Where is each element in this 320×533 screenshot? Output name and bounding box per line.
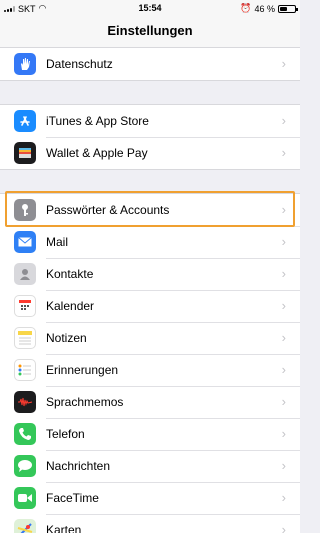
settings-row-label: Notizen — [46, 331, 87, 345]
settings-row-label: Sprachmemos — [46, 395, 124, 409]
app-store-icon — [14, 110, 36, 132]
status-bar: SKT ◠ 15:54 ⏰ 46 % — [0, 0, 300, 16]
settings-row-label: Passwörter & Accounts — [46, 203, 170, 217]
settings-row-mail[interactable]: Mail › — [0, 226, 300, 258]
notes-icon — [14, 327, 36, 349]
settings-row-facetime[interactable]: FaceTime › — [0, 482, 300, 514]
settings-row-label: Telefon — [46, 427, 85, 441]
chevron-right-icon: › — [281, 490, 286, 505]
settings-row-datenschutz[interactable]: Datenschutz › — [0, 48, 300, 80]
chevron-right-icon: › — [281, 426, 286, 441]
chevron-right-icon: › — [281, 202, 286, 217]
chevron-right-icon: › — [281, 56, 286, 71]
settings-row-label: iTunes & App Store — [46, 114, 149, 128]
alarm-icon: ⏰ — [240, 3, 252, 13]
settings-row-kalender[interactable]: Kalender › — [0, 290, 300, 322]
messages-icon — [14, 455, 36, 477]
maps-icon — [14, 519, 36, 533]
settings-row-label: Kontakte — [46, 267, 94, 281]
chevron-right-icon: › — [281, 145, 286, 160]
wallet-icon — [14, 142, 36, 164]
hand-icon — [14, 53, 36, 75]
settings-row-label: Karten — [46, 523, 82, 533]
voice-memos-icon — [14, 391, 36, 413]
settings-group-apps: Passwörter & Accounts › Mail › Kontakte … — [0, 193, 300, 533]
settings-row-label: Wallet & Apple Pay — [46, 146, 148, 160]
reminders-icon — [14, 359, 36, 381]
settings-row-label: Mail — [46, 235, 69, 249]
chevron-right-icon: › — [281, 394, 286, 409]
settings-group-privacy: Datenschutz › — [0, 47, 300, 81]
battery-percent: 46 % — [254, 3, 275, 14]
settings-row-kontakte[interactable]: Kontakte › — [0, 258, 300, 290]
calendar-icon — [14, 295, 36, 317]
settings-row-label: Erinnerungen — [46, 363, 119, 377]
settings-row-erinnerungen[interactable]: Erinnerungen › — [0, 354, 300, 386]
status-right: ⏰ 46 % — [240, 3, 298, 14]
settings-row-label: FaceTime — [46, 491, 99, 505]
mail-icon — [14, 231, 36, 253]
facetime-icon — [14, 487, 36, 509]
chevron-right-icon: › — [281, 298, 286, 313]
chevron-right-icon: › — [281, 522, 286, 533]
settings-row-wallet[interactable]: Wallet & Apple Pay › — [0, 137, 300, 169]
chevron-right-icon: › — [281, 458, 286, 473]
chevron-right-icon: › — [281, 234, 286, 249]
chevron-right-icon: › — [281, 330, 286, 345]
settings-row-telefon[interactable]: Telefon › — [0, 418, 300, 450]
settings-group-store: iTunes & App Store › Wallet & Apple Pay … — [0, 104, 300, 170]
settings-row-nachrichten[interactable]: Nachrichten › — [0, 450, 300, 482]
key-icon — [14, 199, 36, 221]
battery-icon — [278, 4, 298, 13]
settings-row-label: Datenschutz — [46, 57, 113, 71]
settings-row-sprachmemos[interactable]: Sprachmemos › — [0, 386, 300, 418]
settings-row-label: Kalender — [46, 299, 95, 313]
chevron-right-icon: › — [281, 266, 286, 281]
chevron-right-icon: › — [281, 113, 286, 128]
chevron-right-icon: › — [281, 362, 286, 377]
settings-row-notizen[interactable]: Notizen › — [0, 322, 300, 354]
settings-row-label: Nachrichten — [46, 459, 111, 473]
settings-row-itunes[interactable]: iTunes & App Store › — [0, 105, 300, 137]
settings-row-karten[interactable]: Karten › — [0, 514, 300, 533]
page-title: Einstellungen — [0, 16, 300, 48]
contacts-icon — [14, 263, 36, 285]
settings-row-passwoerter[interactable]: Passwörter & Accounts › — [0, 194, 300, 226]
phone-icon — [14, 423, 36, 445]
